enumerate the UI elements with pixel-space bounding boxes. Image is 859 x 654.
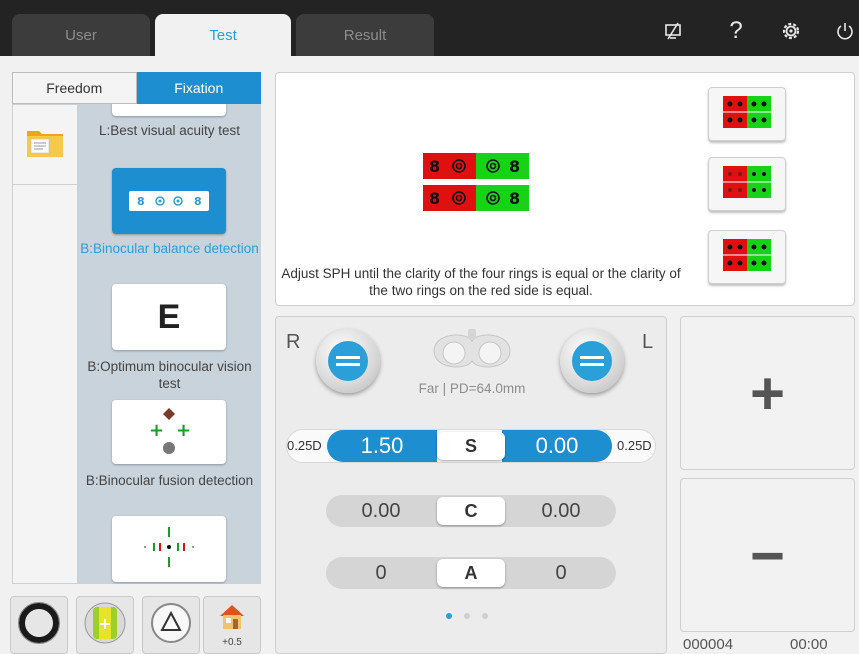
- page-dot[interactable]: [482, 613, 488, 619]
- add-lens-button[interactable]: +: [76, 596, 134, 654]
- occluder-icon: [572, 341, 612, 381]
- sph-button[interactable]: S: [437, 432, 505, 460]
- test-label-binocular-fusion: B:Binocular fusion detection: [85, 473, 254, 488]
- tab-user[interactable]: User: [12, 14, 150, 56]
- test-tile-cross[interactable]: [112, 516, 226, 582]
- folder-button[interactable]: [13, 105, 77, 185]
- distance-info: Far | PD=64.0mm: [418, 381, 526, 396]
- circle-button[interactable]: [10, 596, 68, 654]
- red-green-chart-icon: [723, 165, 771, 203]
- lens-plus-icon: +: [83, 601, 127, 650]
- axis-left-value[interactable]: 0: [506, 557, 616, 589]
- triangle-icon: [149, 601, 193, 650]
- svg-text:8: 8: [509, 189, 520, 208]
- mode-tab-freedom[interactable]: Freedom: [12, 72, 137, 104]
- prism-button[interactable]: [142, 596, 200, 654]
- page-dot[interactable]: [464, 613, 470, 619]
- binocular-balance-chart: 8 8 8 8: [423, 151, 529, 218]
- test-list: L:Best visual acuity test 8 8 B:Binocula…: [78, 104, 261, 584]
- screen-off-icon[interactable]: [660, 18, 686, 44]
- sph-step-left[interactable]: 0.25D: [617, 438, 652, 453]
- cross-chart-icon: [139, 517, 199, 582]
- cyl-button[interactable]: C: [437, 497, 505, 525]
- sph-row: 0.25D 1.50 0.00 S 0.25D: [286, 429, 656, 463]
- chart-variant-button-2[interactable]: [708, 157, 786, 211]
- svg-text:8: 8: [509, 157, 520, 176]
- phoropter-icon: [426, 325, 518, 382]
- tab-test[interactable]: Test: [155, 14, 291, 56]
- svg-text:8: 8: [429, 189, 440, 208]
- test-tile-optimum-binocular[interactable]: E: [112, 284, 226, 350]
- folder-icon: [25, 125, 65, 164]
- red-green-chart-icon: [723, 238, 771, 276]
- sph-left-value[interactable]: 0.00: [502, 430, 612, 462]
- plus-icon: +: [749, 359, 786, 427]
- house-icon: [217, 602, 247, 637]
- test-counter: 000004: [683, 636, 734, 653]
- e-chart-icon: E: [157, 297, 181, 336]
- minus-icon: −: [749, 521, 786, 589]
- test-tile-binocular-balance[interactable]: 8 8: [112, 168, 226, 234]
- mode-tab-fixation[interactable]: Fixation: [136, 72, 261, 104]
- axis-button[interactable]: A: [437, 559, 505, 587]
- right-eye-label: R: [286, 331, 301, 353]
- power-icon[interactable]: [832, 18, 858, 44]
- home-button[interactable]: +0.5: [203, 596, 261, 654]
- binocular-balance-chart-icon: 8 8: [129, 191, 209, 211]
- sph-right-value[interactable]: 1.50: [327, 430, 437, 462]
- chart-preview-panel: 8 8 8 8 Adjust SPH until the clarity of th…: [275, 72, 855, 306]
- svg-text:8: 8: [194, 195, 202, 208]
- home-badge: +0.5: [222, 637, 242, 648]
- test-label-acuity: L:Best visual acuity test: [98, 123, 241, 138]
- axis-row: 0 A 0: [326, 557, 616, 589]
- test-label-binocular-balance: B:Binocular balance detection: [80, 241, 259, 256]
- settings-icon[interactable]: [778, 18, 804, 44]
- ring-icon: [17, 601, 61, 650]
- tab-result[interactable]: Result: [296, 14, 434, 56]
- cyl-right-value[interactable]: 0.00: [326, 495, 436, 527]
- test-tile-acuity[interactable]: [112, 104, 226, 116]
- fusion-chart-icon: + +: [139, 402, 199, 463]
- sph-step-right[interactable]: 0.25D: [287, 438, 322, 453]
- axis-right-value[interactable]: 0: [326, 557, 436, 589]
- folder-column: [12, 104, 78, 584]
- instruction-text: Adjust SPH until the clarity of the four…: [281, 266, 681, 298]
- top-bar: User Test Result ?: [0, 0, 859, 56]
- timer: 00:00: [790, 636, 828, 653]
- cyl-left-value[interactable]: 0.00: [506, 495, 616, 527]
- page-dot[interactable]: [446, 613, 452, 619]
- mode-tabs: Freedom Fixation: [12, 72, 261, 104]
- svg-text:+: +: [149, 420, 164, 441]
- decrease-button[interactable]: −: [680, 478, 855, 632]
- svg-text:+: +: [176, 420, 191, 441]
- page-indicator: [446, 613, 488, 619]
- increase-button[interactable]: +: [680, 316, 855, 470]
- svg-text:+: +: [98, 614, 111, 633]
- svg-text:8: 8: [429, 157, 440, 176]
- occluder-icon: [328, 341, 368, 381]
- refraction-control-panel: R L Far | PD=64.0mm 0.25D 1.50 0.00 S 0.…: [275, 316, 667, 654]
- test-label-optimum-binocular: B:Optimum binocular vision test: [87, 359, 252, 391]
- red-green-chart-icon: [723, 95, 771, 133]
- cyl-row: 0.00 C 0.00: [326, 495, 616, 527]
- test-tile-binocular-fusion[interactable]: + +: [112, 400, 226, 464]
- help-icon[interactable]: ?: [723, 17, 749, 44]
- svg-text:8: 8: [137, 195, 145, 208]
- chart-variant-button-3[interactable]: [708, 230, 786, 284]
- left-eye-label: L: [642, 331, 654, 353]
- chart-variant-button-1[interactable]: [708, 87, 786, 141]
